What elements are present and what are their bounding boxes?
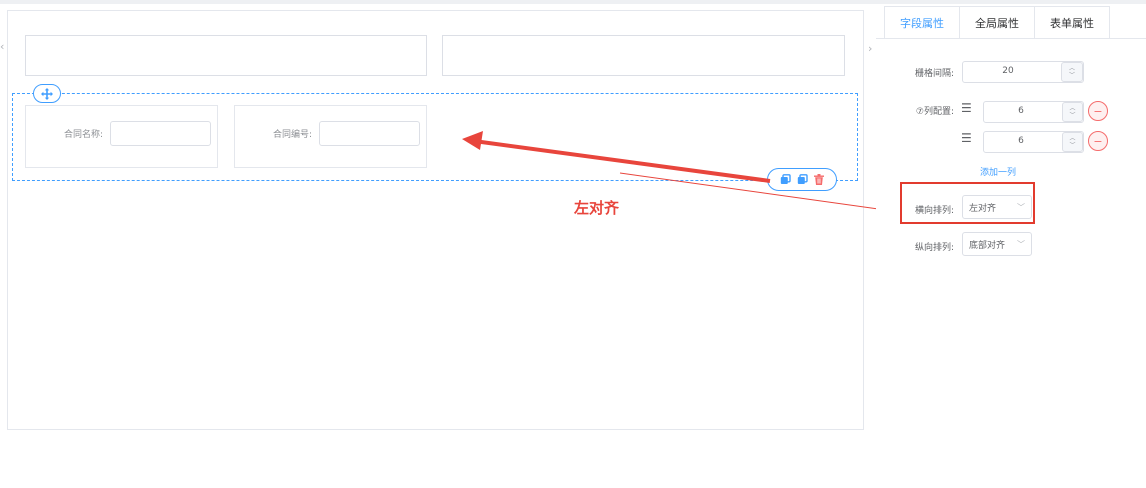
align-label: 纵向排列: xyxy=(914,243,954,253)
gutter-label: 栅格间隔: xyxy=(914,69,954,79)
page-bottom xyxy=(0,430,1146,488)
align-value: 底部对齐 xyxy=(969,240,1005,251)
gutter-value: 20 xyxy=(1002,66,1014,76)
tab-global-properties[interactable]: 全局属性 xyxy=(959,6,1035,39)
justify-select[interactable]: 左对齐 ﹀ xyxy=(962,195,1032,219)
tabs-divider xyxy=(876,38,1146,39)
column-span-stepper[interactable]: ︿ ﹀ xyxy=(1062,102,1083,122)
align-select[interactable]: 底部对齐 ﹀ xyxy=(962,232,1032,256)
chevron-down-icon: ﹀ xyxy=(1017,202,1025,212)
drag-menu-icon[interactable]: ☰ xyxy=(961,131,972,145)
remove-column-icon[interactable]: − xyxy=(1088,101,1108,121)
column-span-value: 6 xyxy=(1018,136,1024,146)
justify-value: 左对齐 xyxy=(969,203,997,214)
drag-menu-icon[interactable]: ☰ xyxy=(961,101,972,115)
tab-form-properties[interactable]: 表单属性 xyxy=(1034,6,1110,39)
justify-label: 横向排列: xyxy=(914,206,954,216)
column-span-stepper[interactable]: ︿ ﹀ xyxy=(1062,132,1083,152)
add-column-link[interactable]: 添加一列 xyxy=(980,165,1016,178)
columns-label: ⑦列配置: xyxy=(915,107,954,117)
annotation-label: 左对齐 xyxy=(574,199,620,217)
remove-column-icon[interactable]: − xyxy=(1088,131,1108,151)
chevron-down-icon: ﹀ xyxy=(1017,239,1025,249)
tab-field-properties[interactable]: 字段属性 xyxy=(884,6,960,39)
collapse-right-icon[interactable]: › xyxy=(868,42,872,55)
gutter-stepper[interactable]: ︿ ﹀ xyxy=(1061,62,1083,82)
column-span-value: 6 xyxy=(1018,106,1024,116)
